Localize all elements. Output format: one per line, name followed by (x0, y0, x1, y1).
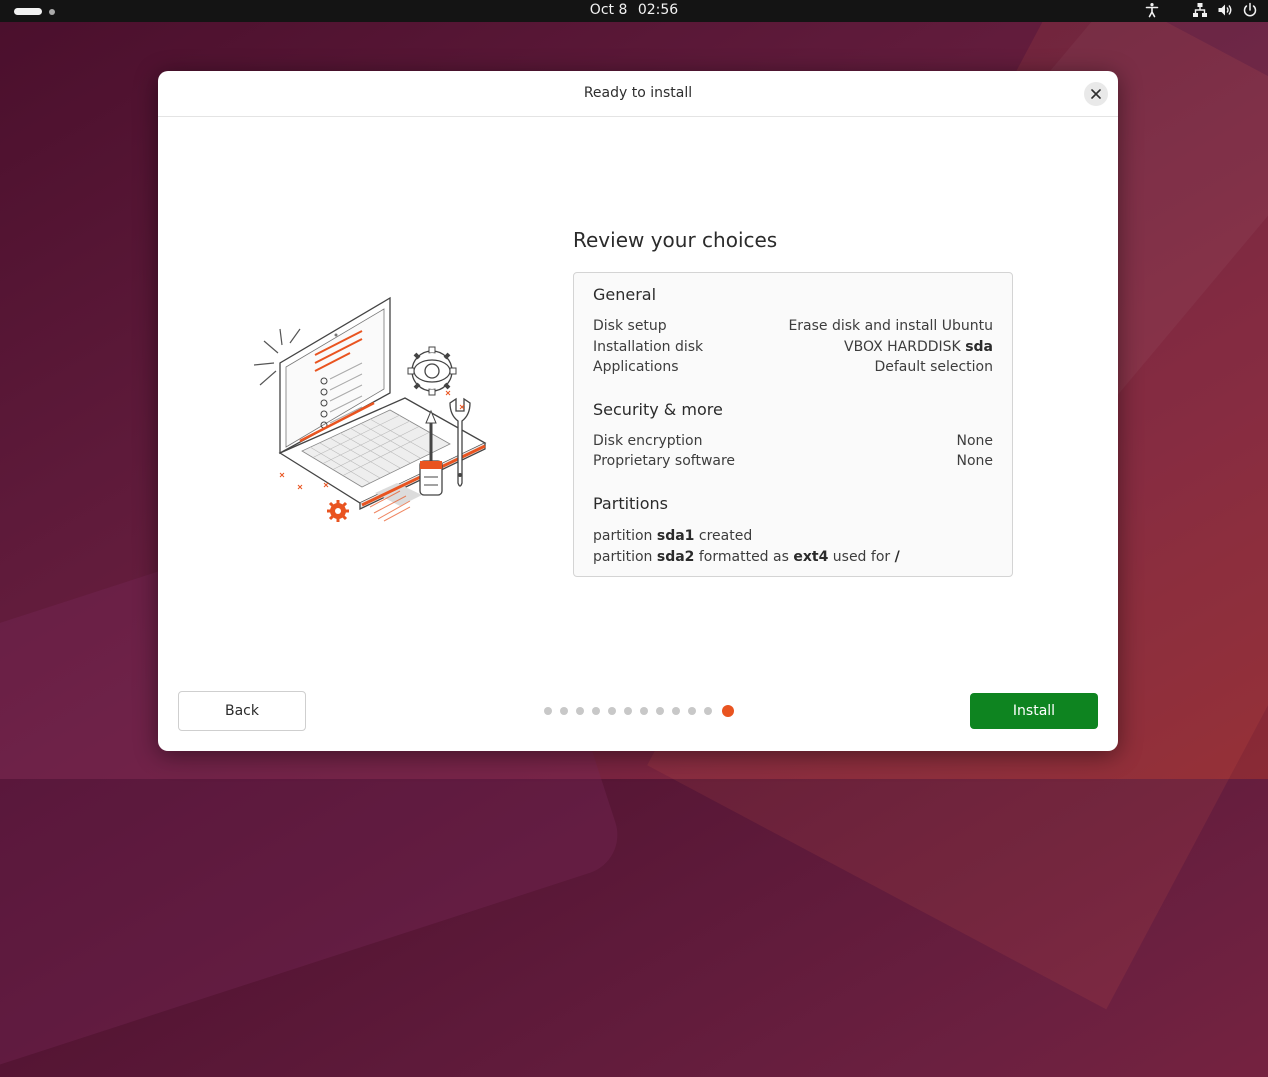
step-dot (608, 707, 616, 715)
row-value: None (956, 433, 993, 449)
row-value: VBOX HARDDISK sda (844, 337, 993, 357)
laptop-tools-illustration (253, 296, 487, 522)
row-label: Proprietary software (593, 453, 736, 469)
clock-time: 02:56 (637, 2, 679, 18)
back-button[interactable]: Back (178, 691, 306, 731)
install-button[interactable]: Install (970, 693, 1098, 729)
step-dot (544, 707, 552, 715)
row-label: Applications (593, 359, 679, 375)
partition-text: used for (828, 549, 895, 565)
step-dot (672, 707, 680, 715)
step-dot-current (722, 705, 734, 717)
partition-text: created (694, 528, 753, 544)
step-dot (624, 707, 632, 715)
section-title-general: General (593, 285, 657, 304)
close-icon (1091, 89, 1101, 99)
partition-line: partition sda2 formatted as ext4 used fo… (593, 547, 900, 567)
dialog-header: Ready to install (158, 71, 1118, 117)
partition-line: partition sda1 created (593, 526, 752, 546)
step-dot (560, 707, 568, 715)
system-tray[interactable] (1144, 2, 1258, 18)
row-label: Installation disk (593, 339, 704, 355)
partition-text: partition (593, 549, 657, 565)
row-label: Disk encryption (593, 433, 703, 449)
row-value: Default selection (874, 359, 993, 375)
page-heading: Review your choices (573, 228, 778, 252)
step-dot (576, 707, 584, 715)
clock-date: Oct 8 (589, 2, 628, 18)
close-button[interactable] (1084, 82, 1108, 106)
step-dot (688, 707, 696, 715)
network-icon[interactable] (1192, 2, 1208, 18)
power-icon[interactable] (1242, 2, 1258, 18)
summary-row: Installation disk VBOX HARDDISK sda (593, 337, 993, 357)
row-value: None (956, 453, 993, 469)
partition-mountpoint: / (894, 549, 900, 565)
dialog-title: Ready to install (583, 85, 693, 101)
step-indicator (544, 705, 734, 717)
accessibility-icon[interactable] (1144, 2, 1160, 18)
summary-card: General Disk setup Erase disk and instal… (573, 272, 1013, 577)
step-dot (592, 707, 600, 715)
summary-row: Proprietary software None (593, 451, 993, 471)
installer-dialog: Ready to install Review your choices Gen… (158, 71, 1118, 751)
summary-row: Disk encryption None (593, 431, 993, 451)
step-dot (704, 707, 712, 715)
partition-text: formatted as (694, 549, 794, 565)
partition-filesystem: ext4 (793, 549, 829, 565)
volume-icon[interactable] (1217, 2, 1233, 18)
partition-text: partition (593, 528, 657, 544)
row-label: Disk setup (593, 318, 667, 334)
step-dot (656, 707, 664, 715)
section-title-partitions: Partitions (593, 494, 669, 513)
row-value-bold: sda (965, 339, 993, 355)
summary-row: Applications Default selection (593, 357, 993, 377)
row-value: Erase disk and install Ubuntu (788, 318, 993, 334)
clock[interactable]: Oct 8 02:56 (0, 2, 1268, 18)
section-title-security: Security & more (593, 400, 723, 419)
top-bar: Oct 8 02:56 (0, 0, 1268, 22)
partition-name: sda1 (656, 528, 695, 544)
step-dot (640, 707, 648, 715)
partition-name: sda2 (656, 549, 695, 565)
row-value-text: VBOX HARDDISK (844, 339, 966, 355)
summary-row: Disk setup Erase disk and install Ubuntu (593, 316, 993, 336)
